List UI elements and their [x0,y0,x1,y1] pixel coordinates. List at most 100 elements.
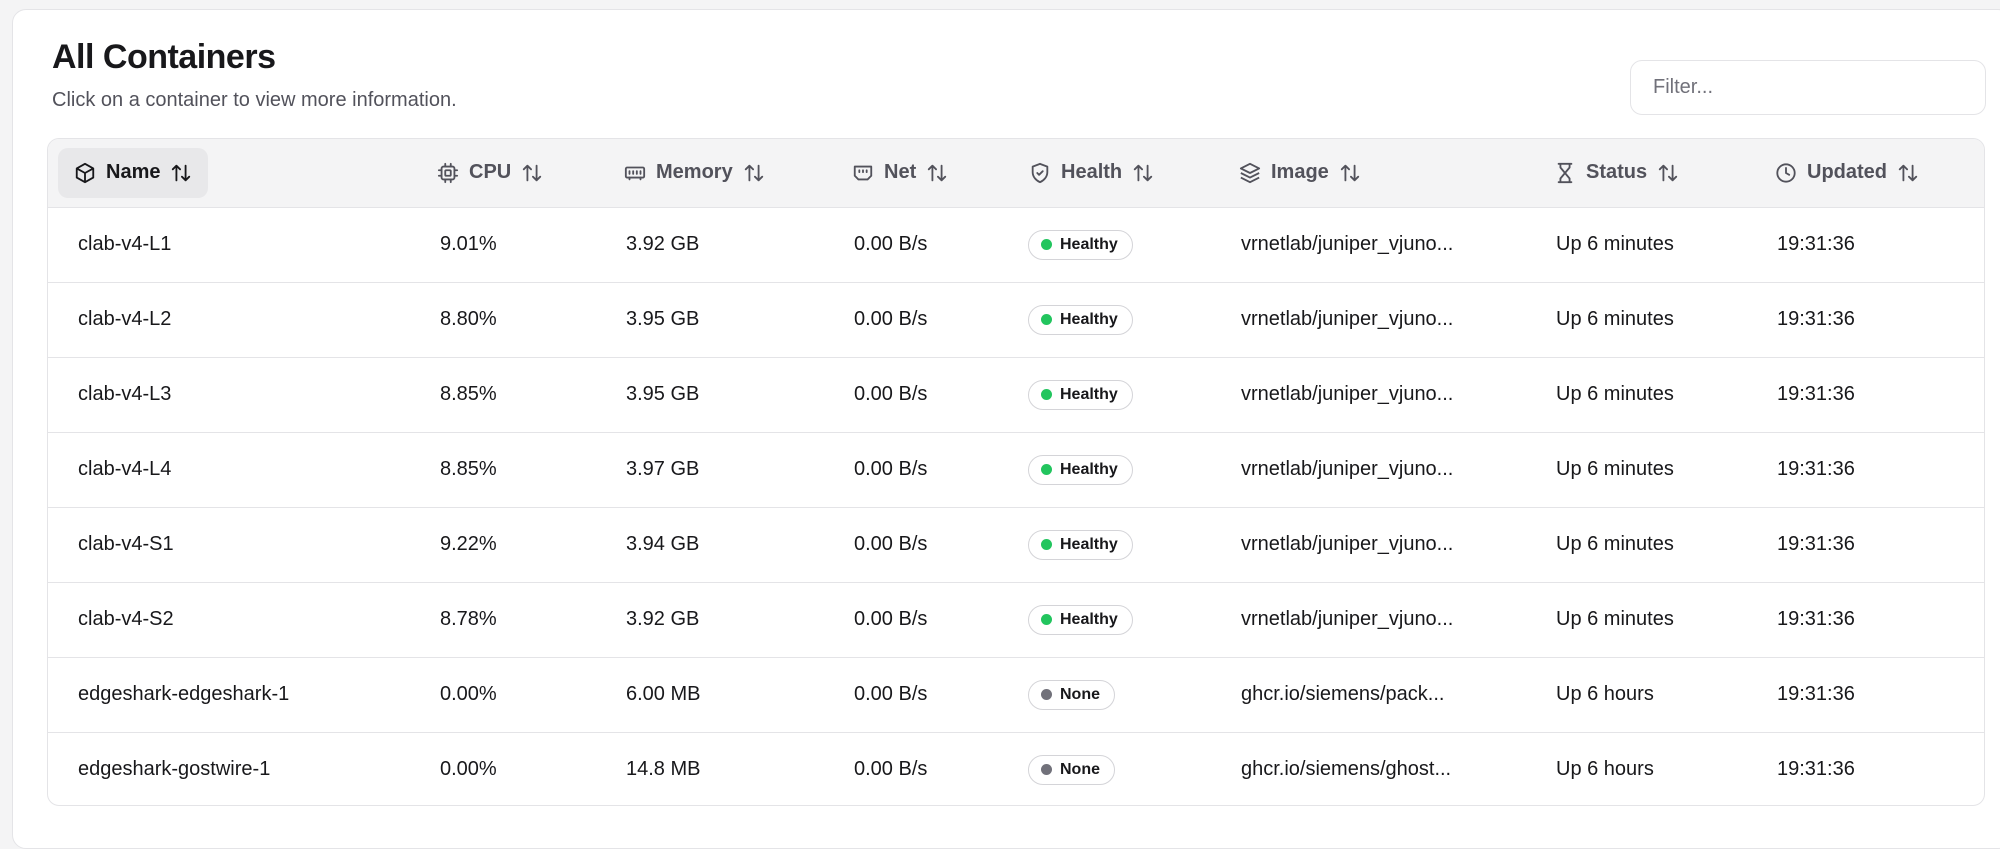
column-label-net: Net [884,161,917,184]
column-label-cpu: CPU [469,161,512,184]
table-row[interactable]: edgeshark-edgeshark-1 0.00% 6.00 MB 0.00 B/… [48,657,1984,732]
column-header-image[interactable]: Image [1225,139,1540,207]
column-label-memory: Memory [656,161,733,184]
cell-health: None [1015,732,1225,805]
cell-name: edgeshark-gostwire-1 [78,758,271,781]
column-header-status[interactable]: Status [1540,139,1761,207]
cell-cpu: 9.01% [440,233,497,255]
health-badge: Healthy [1028,604,1133,635]
hourglass-icon [1554,162,1576,184]
health-status-dot-icon [1041,539,1052,550]
layers-icon [1239,162,1261,184]
cell-updated: 19:31:36 [1777,233,1855,255]
health-badge: Healthy [1028,529,1133,560]
sort-arrows-icon [170,162,192,184]
column-header-health[interactable]: Health [1015,139,1225,207]
clock-icon [1775,162,1797,184]
health-badge-label: None [1060,760,1100,778]
table-row[interactable]: clab-v4-S2 8.78% 3.92 GB 0.00 B/s Healthy vrn… [48,582,1984,657]
cell-image: vrnetlab/juniper_vjuno... [1241,308,1454,330]
page-title: All Containers [52,38,276,76]
sort-by-health-button[interactable]: Health [1015,148,1168,198]
health-status-dot-icon [1041,314,1052,325]
cell-cpu: 0.00% [440,758,497,781]
health-badge: None [1028,754,1115,785]
health-badge: Healthy [1028,454,1133,485]
sort-by-updated-button[interactable]: Updated [1761,148,1933,198]
table-row[interactable]: edgeshark-gostwire-1 0.00% 14.8 MB 0.00 B/s… [48,732,1984,805]
cell-memory: 14.8 MB [626,758,701,781]
cell-image: vrnetlab/juniper_vjuno... [1241,458,1454,480]
health-status-dot-icon [1041,614,1052,625]
cell-memory: 6.00 MB [626,683,701,705]
column-header-memory[interactable]: Memory [610,139,838,207]
sort-arrows-icon [743,162,765,184]
cell-name: clab-v4-L3 [78,383,172,405]
column-header-cpu[interactable]: CPU [423,139,610,207]
cell-health: Healthy [1015,282,1225,357]
health-status-dot-icon [1041,239,1052,250]
cell-cpu: 0.00% [440,683,497,705]
column-header-net[interactable]: Net [838,139,1015,207]
health-badge-label: Healthy [1060,460,1118,478]
sort-by-name-button[interactable]: Name [58,147,209,198]
cell-cpu: 8.85% [440,458,497,480]
sort-by-status-button[interactable]: Status [1540,148,1693,198]
column-label-status: Status [1586,161,1648,184]
sort-by-cpu-button[interactable]: CPU [423,148,557,198]
cell-image: vrnetlab/juniper_vjuno... [1241,608,1454,630]
cell-name: edgeshark-edgeshark-1 [78,683,290,705]
table-header-row: Name CPU Memory Net Health Image Status … [48,139,1984,207]
cell-memory: 3.97 GB [626,458,700,480]
table-body: clab-v4-L1 9.01% 3.92 GB 0.00 B/s Healthy vrn… [48,207,1984,805]
column-header-name[interactable]: Name [48,139,423,207]
cell-health: Healthy [1015,207,1225,282]
column-header-updated[interactable]: Updated [1761,139,1984,207]
cell-name: clab-v4-S1 [78,533,174,555]
sort-arrows-icon [926,162,948,184]
table-row[interactable]: clab-v4-L1 9.01% 3.92 GB 0.00 B/s Healthy vrn… [48,207,1984,282]
cell-cpu: 8.85% [440,383,497,405]
health-badge-label: Healthy [1060,385,1118,403]
cell-health: Healthy [1015,582,1225,657]
health-badge: None [1028,679,1115,710]
cell-updated: 19:31:36 [1777,533,1855,555]
cell-updated: 19:31:36 [1777,683,1855,705]
cell-cpu: 8.80% [440,308,497,330]
table-row[interactable]: clab-v4-L2 8.80% 3.95 GB 0.00 B/s Healthy vrn… [48,282,1984,357]
cell-status: Up 6 minutes [1556,458,1674,480]
health-status-dot-icon [1041,689,1052,700]
cell-image: ghcr.io/siemens/pack... [1241,683,1445,705]
sort-by-image-button[interactable]: Image [1225,148,1375,198]
cell-updated: 19:31:36 [1777,608,1855,630]
health-status-dot-icon [1041,464,1052,475]
cell-updated: 19:31:36 [1777,308,1855,330]
cell-memory: 3.95 GB [626,383,700,405]
cell-health: Healthy [1015,432,1225,507]
health-badge-label: Healthy [1060,310,1118,328]
column-label-image: Image [1271,161,1329,184]
cell-image: ghcr.io/siemens/ghost... [1241,758,1452,781]
health-badge: Healthy [1028,379,1133,410]
cell-status: Up 6 hours [1556,683,1654,705]
sort-arrows-icon [1657,162,1679,184]
cell-memory: 3.92 GB [626,233,700,255]
cell-net: 0.00 B/s [854,308,928,330]
sort-by-memory-button[interactable]: Memory [610,148,779,198]
cell-memory: 3.92 GB [626,608,700,630]
health-status-dot-icon [1041,389,1052,400]
table-row[interactable]: clab-v4-L3 8.85% 3.95 GB 0.00 B/s Healthy vrn… [48,357,1984,432]
health-badge-label: Healthy [1060,535,1118,553]
sort-by-net-button[interactable]: Net [838,148,962,198]
cell-status: Up 6 minutes [1556,533,1674,555]
filter-input[interactable] [1630,60,1986,115]
table-row[interactable]: clab-v4-S1 9.22% 3.94 GB 0.00 B/s Healthy vrn… [48,507,1984,582]
memory-stick-icon [624,162,646,184]
cell-net: 0.00 B/s [854,758,928,781]
health-badge: Healthy [1028,304,1133,335]
cell-health: Healthy [1015,357,1225,432]
table-row[interactable]: clab-v4-L4 8.85% 3.97 GB 0.00 B/s Healthy vrn… [48,432,1984,507]
cell-net: 0.00 B/s [854,233,928,255]
cell-net: 0.00 B/s [854,608,928,630]
health-badge-label: Healthy [1060,235,1118,253]
